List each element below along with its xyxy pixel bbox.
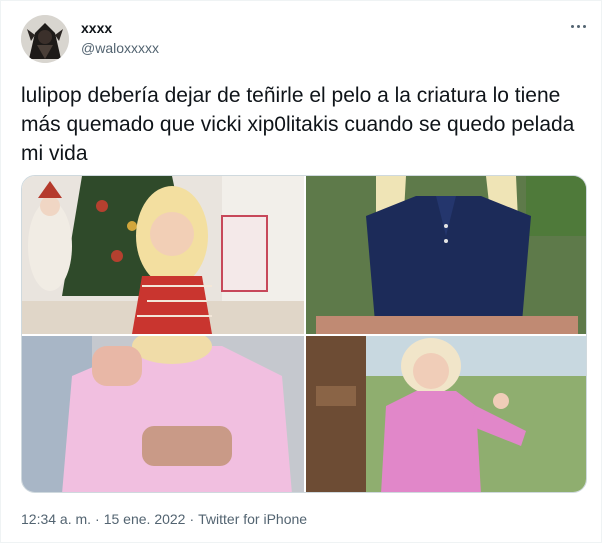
media-grid (21, 175, 587, 493)
meta-separator: · (95, 511, 100, 527)
dot-icon (570, 24, 574, 28)
author-display-name[interactable]: xxxx (81, 20, 112, 36)
dot-icon (576, 24, 580, 28)
author-handle[interactable]: @waloxxxxx (81, 40, 159, 56)
avatar-image (21, 15, 69, 63)
tweet-time[interactable]: 12:34 a. m. (21, 511, 91, 527)
meta-separator: · (189, 511, 195, 527)
dot-icon (582, 24, 586, 28)
media-photo-4[interactable] (306, 336, 586, 492)
tweet-source[interactable]: Twitter for iPhone (198, 511, 307, 527)
media-photo-1[interactable] (22, 176, 304, 334)
polo-photo (306, 176, 586, 334)
tweet-text: lulipop debería dejar de teñirle el pelo… (21, 84, 575, 165)
tweet-meta: 12:34 a. m. · 15 ene. 2022 · Twitter for… (21, 511, 307, 527)
christmas-photo (22, 176, 304, 334)
tweet-date[interactable]: 15 ene. 2022 (104, 511, 186, 527)
avatar[interactable] (21, 15, 69, 63)
media-photo-2[interactable] (306, 176, 586, 334)
pink-dress-photo (306, 336, 586, 492)
more-options-icon[interactable] (567, 17, 589, 35)
media-photo-3[interactable] (22, 336, 304, 492)
pink-hoodie-photo (22, 336, 304, 492)
tweet-card: xxxx @waloxxxxx lulipop debería dejar de… (0, 0, 602, 543)
